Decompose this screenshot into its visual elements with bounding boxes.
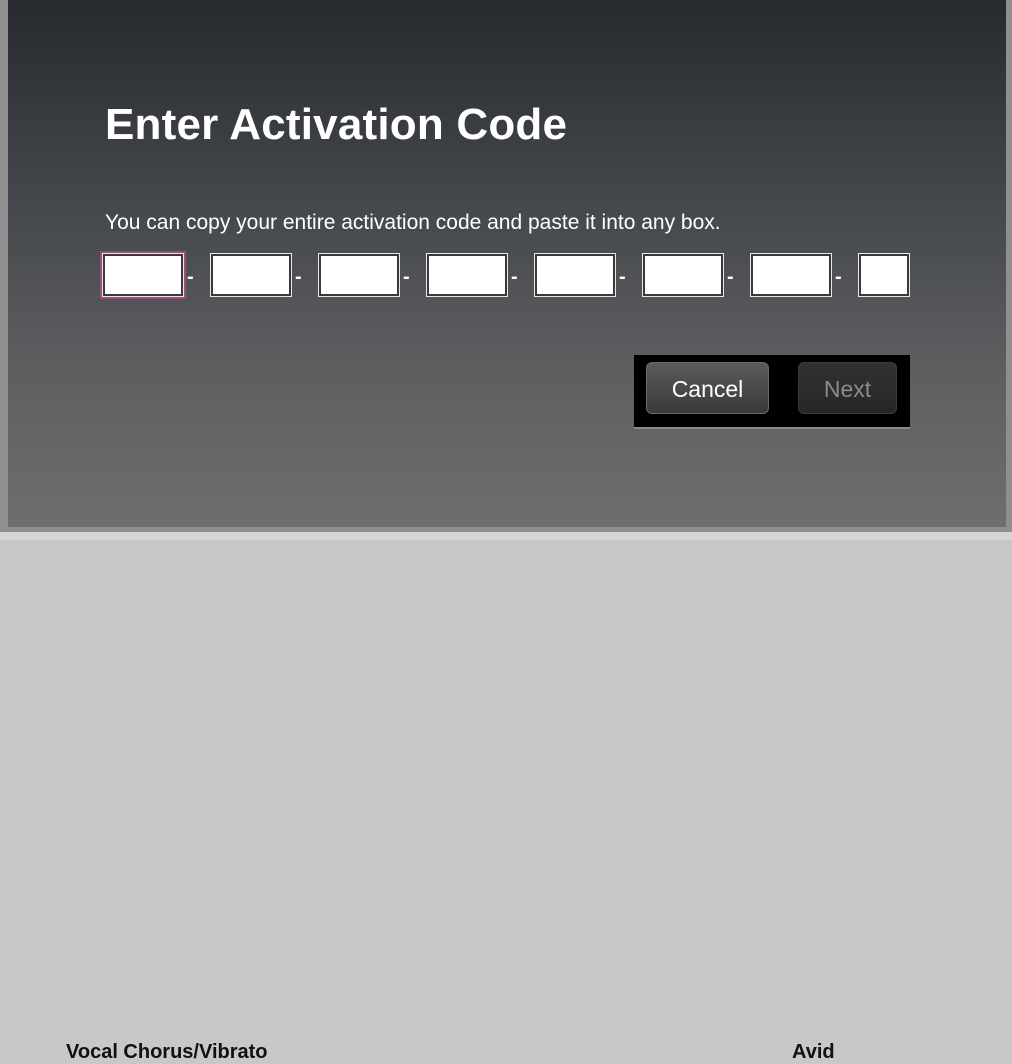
dialog-title: Enter Activation Code bbox=[105, 100, 568, 149]
background-row-vendor: Avid bbox=[792, 1041, 835, 1063]
code-field-4[interactable] bbox=[426, 253, 508, 297]
background-row-name: Vocal Chorus/Vibrato bbox=[66, 1041, 268, 1063]
code-field-7[interactable] bbox=[750, 253, 832, 297]
code-field-2[interactable] bbox=[210, 253, 292, 297]
code-field-8[interactable] bbox=[858, 253, 910, 297]
code-field-1[interactable] bbox=[102, 253, 184, 297]
cancel-button[interactable]: Cancel bbox=[646, 362, 769, 414]
code-separator: - bbox=[187, 265, 194, 288]
code-separator: - bbox=[727, 265, 734, 288]
activation-code-fields: - - - - - - - bbox=[102, 253, 910, 297]
dialog-hint: You can copy your entire activation code… bbox=[105, 211, 721, 234]
code-separator: - bbox=[619, 265, 626, 288]
button-bar: Cancel Next bbox=[634, 355, 910, 429]
next-button[interactable]: Next bbox=[798, 362, 897, 414]
code-field-6[interactable] bbox=[642, 253, 724, 297]
activation-dialog: Enter Activation Code You can copy your … bbox=[8, 0, 1006, 527]
code-field-5[interactable] bbox=[534, 253, 616, 297]
code-separator: - bbox=[835, 265, 842, 288]
code-field-3[interactable] bbox=[318, 253, 400, 297]
code-separator: - bbox=[403, 265, 410, 288]
code-separator: - bbox=[511, 265, 518, 288]
code-separator: - bbox=[295, 265, 302, 288]
